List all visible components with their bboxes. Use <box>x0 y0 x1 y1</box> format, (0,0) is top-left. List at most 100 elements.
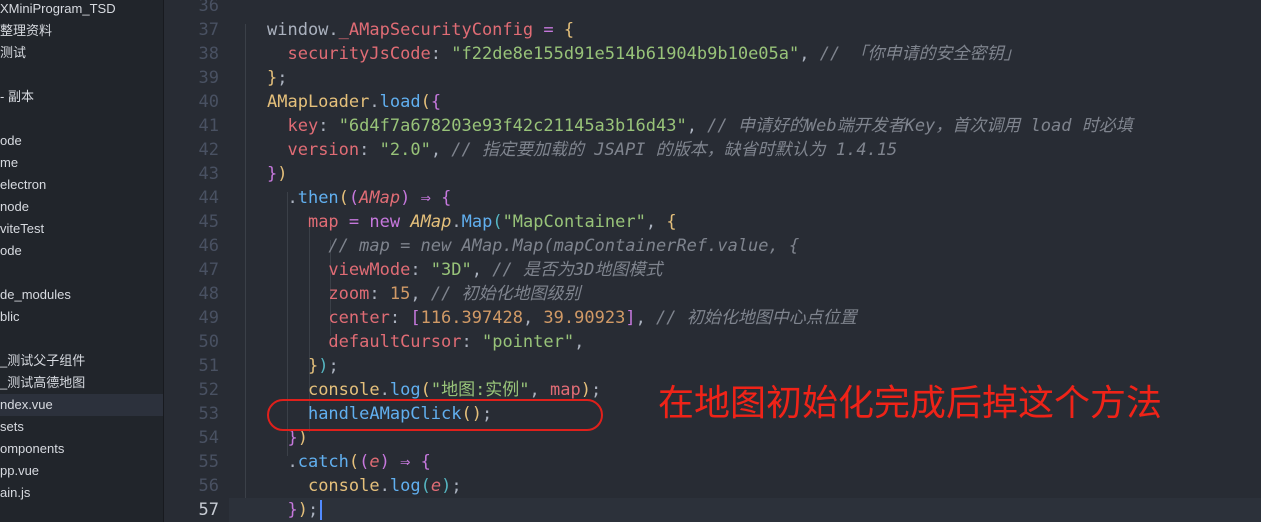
line-number: 40 <box>198 92 219 112</box>
code-token: "MapContainer" <box>502 212 646 232</box>
annotation-text: 在地图初始化完成后掉这个方法 <box>658 383 1163 424</box>
code-token: { <box>420 452 431 472</box>
line-number: 41 <box>198 116 219 136</box>
code-token: { <box>441 188 452 208</box>
code-token: // map = new AMap.Map(mapContainerRef.va… <box>328 236 800 256</box>
explorer-item[interactable] <box>0 328 163 350</box>
code-token: window. <box>267 20 339 40</box>
code-token: catch <box>297 452 349 472</box>
code-token: . <box>379 476 390 496</box>
code-line[interactable]: }); <box>229 354 1261 378</box>
code-token: , <box>635 308 657 328</box>
code-line[interactable]: .then((AMap) ⇒ { <box>229 186 1261 210</box>
code-line[interactable] <box>229 0 1261 18</box>
line-number: 46 <box>198 236 219 256</box>
code-token: { <box>666 212 677 232</box>
code-token: log <box>389 380 421 400</box>
code-line[interactable]: center: [116.397428, 39.90923], // 初始化地图… <box>229 306 1261 330</box>
code-token: } <box>267 164 278 184</box>
code-token: ) <box>297 428 308 448</box>
code-token: . <box>267 452 298 472</box>
explorer-item[interactable]: XMiniProgram_TSD <box>0 0 163 20</box>
explorer-item[interactable]: me <box>0 152 163 174</box>
explorer-item[interactable]: pp.vue <box>0 460 163 482</box>
code-line[interactable]: }) <box>229 162 1261 186</box>
code-token: Map <box>461 212 493 232</box>
explorer-item[interactable]: omponents <box>0 438 163 460</box>
code-line[interactable]: zoom: 15, // 初始化地图级别 <box>229 282 1261 306</box>
code-line[interactable]: viewMode: "3D", // 是否为3D地图模式 <box>229 258 1261 282</box>
file-explorer: XMiniProgram_TSD 整理资料 测试 - 副本 ode me electron n… <box>0 0 163 522</box>
explorer-item[interactable]: _测试父子组件 <box>0 350 163 372</box>
code-line[interactable]: window._AMapSecurityConfig = { <box>229 18 1261 42</box>
code-line[interactable]: }); <box>229 498 1261 522</box>
explorer-item[interactable]: sets <box>0 416 163 438</box>
explorer-item[interactable]: node <box>0 196 163 218</box>
code-line[interactable]: key: "6d4f7a678203e93f42c21145a3b16d43",… <box>229 114 1261 138</box>
code-token: key <box>287 116 319 136</box>
code-token: viewMode <box>328 260 411 280</box>
code-line[interactable]: .catch((e) ⇒ { <box>229 450 1261 474</box>
code-token: , <box>522 308 544 328</box>
explorer-item[interactable]: ain.js <box>0 482 163 504</box>
code-line[interactable]: securityJsCode: "f22de8e155d91e514b61904… <box>229 42 1261 66</box>
explorer-item[interactable]: - 副本 <box>0 86 163 108</box>
code-token: : <box>410 260 431 280</box>
code-token: ( <box>420 380 431 400</box>
explorer-item[interactable]: electron <box>0 174 163 196</box>
code-token: "pointer" <box>481 332 575 352</box>
code-line[interactable]: console.log(e); <box>229 474 1261 498</box>
explorer-item[interactable] <box>0 64 163 86</box>
code-token: 15 <box>389 284 411 304</box>
code-token: ) <box>318 356 329 376</box>
explorer-item[interactable]: viteTest <box>0 218 163 240</box>
code-token: } <box>307 356 319 376</box>
explorer-item[interactable]: ode <box>0 130 163 152</box>
explorer-item[interactable]: ndex.vue <box>0 394 163 416</box>
code-token: , <box>471 260 493 280</box>
code-line[interactable]: map = new AMap.Map("MapContainer", { <box>229 210 1261 234</box>
code-editor[interactable]: window._AMapSecurityConfig = { securityJ… <box>229 0 1261 522</box>
code-line[interactable]: // map = new AMap.Map(mapContainerRef.va… <box>229 234 1261 258</box>
explorer-item[interactable]: ode <box>0 240 163 262</box>
explorer-item-label: XMiniProgram_TSD <box>0 1 116 16</box>
explorer-item[interactable] <box>0 108 163 130</box>
code-line[interactable]: defaultCursor: "pointer", <box>229 330 1261 354</box>
code-token: } <box>267 68 278 88</box>
code-token: ) <box>379 452 390 472</box>
code-token: . <box>369 92 380 112</box>
explorer-item-label: ndex.vue <box>0 397 53 412</box>
line-number: 57 <box>198 500 219 520</box>
explorer-item[interactable] <box>0 262 163 284</box>
explorer-item-label: ain.js <box>0 485 31 500</box>
line-number: 38 <box>198 44 219 64</box>
code-line[interactable]: AMapLoader.load({ <box>229 90 1261 114</box>
code-token: ) <box>400 188 411 208</box>
line-number: 50 <box>198 332 219 352</box>
explorer-item[interactable]: blic <box>0 306 163 328</box>
explorer-item-label: sets <box>0 419 24 434</box>
code-token: , <box>410 284 431 304</box>
code-token: : <box>389 308 411 328</box>
code-token: . <box>267 188 298 208</box>
explorer-item[interactable]: _测试高德地图 <box>0 372 163 394</box>
code-line[interactable]: }; <box>229 66 1261 90</box>
code-token: . <box>451 212 462 232</box>
explorer-item[interactable]: 测试 <box>0 42 163 64</box>
explorer-item[interactable]: de_modules <box>0 284 163 306</box>
code-token: console <box>307 476 380 496</box>
code-token: map <box>307 212 339 232</box>
explorer-item[interactable]: 整理资料 <box>0 20 163 42</box>
code-line[interactable]: version: "2.0", // 指定要加载的 JSAPI 的版本，缺省时默… <box>229 138 1261 162</box>
